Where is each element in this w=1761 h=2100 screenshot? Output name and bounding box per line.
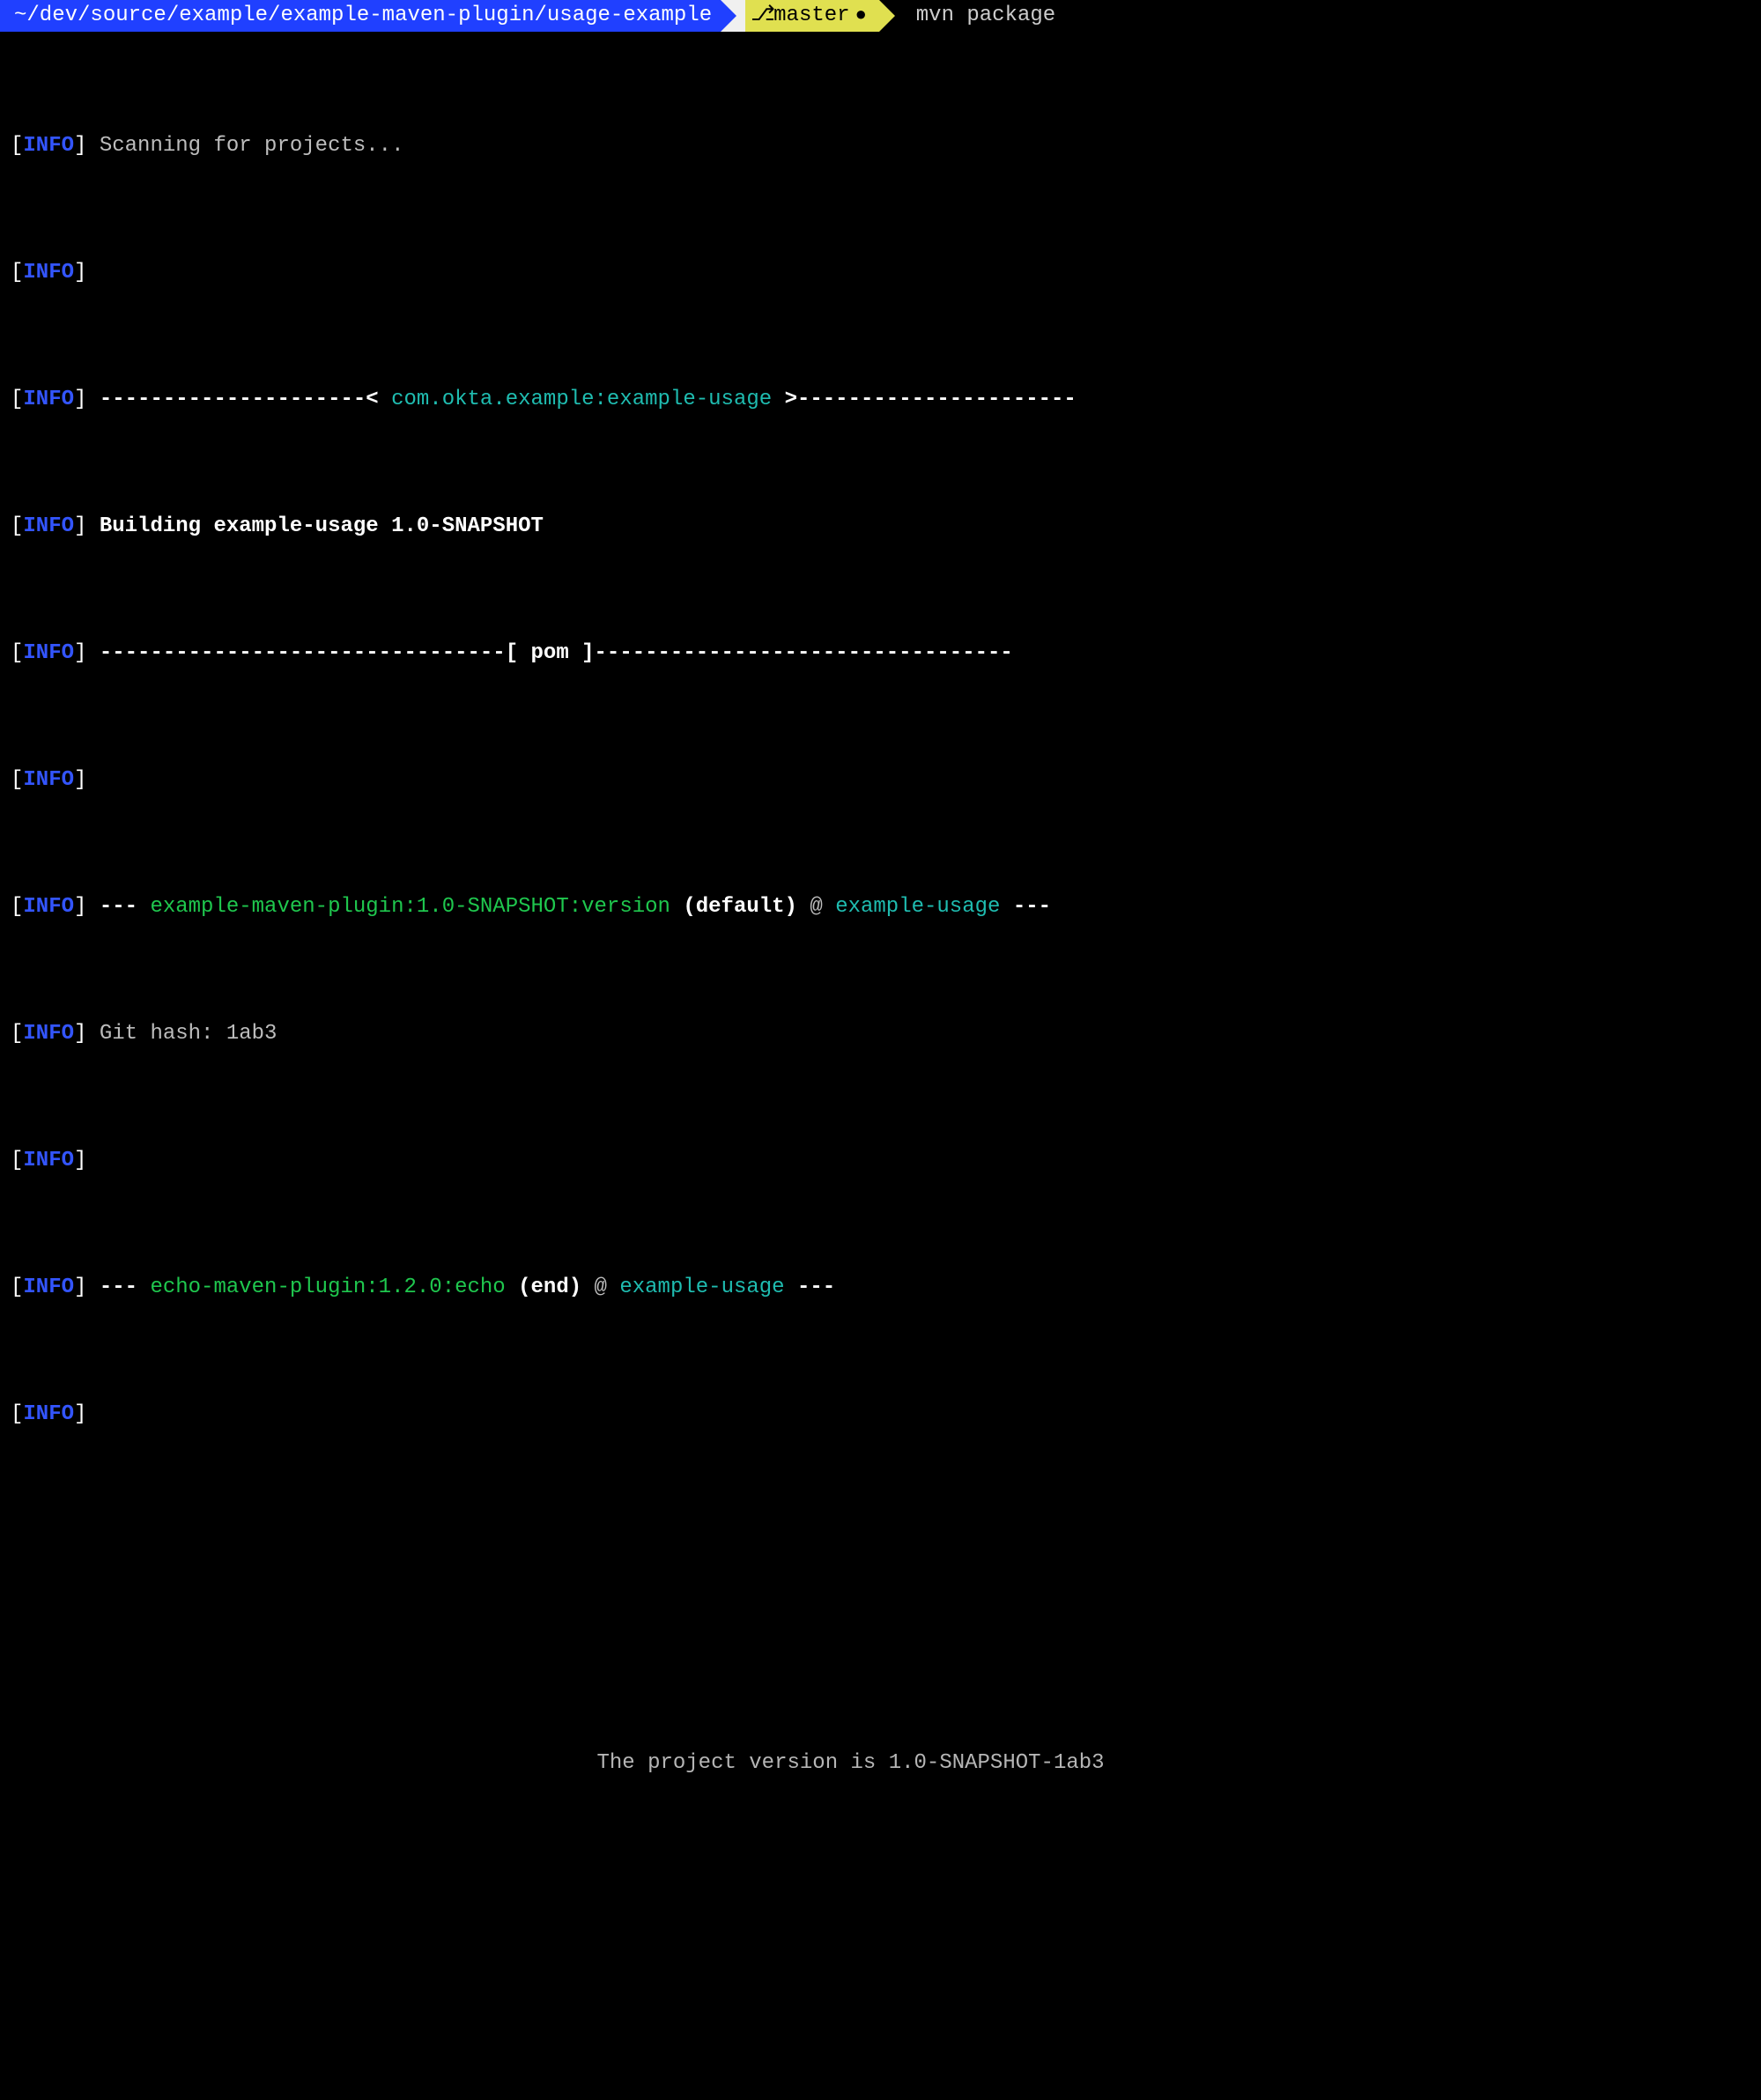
output-line: [INFO]	[11, 1399, 1761, 1431]
dirty-indicator-icon: ●	[855, 6, 867, 26]
shell-prompt: ~/dev/source/example/example-maven-plugi…	[0, 0, 1761, 32]
prompt-separator-1	[721, 0, 745, 32]
prompt-path: ~/dev/source/example/example-maven-plugi…	[0, 0, 721, 32]
output-line-blank	[11, 1970, 1761, 2001]
terminal-window[interactable]: ~/dev/source/example/example-maven-plugi…	[0, 0, 1761, 1050]
prompt-branch: ⎇ master ●	[745, 0, 879, 32]
command-text: mvn package	[895, 0, 1055, 32]
branch-name: master	[773, 0, 849, 32]
output-line: [INFO] Building example-usage 1.0-SNAPSH…	[11, 511, 1761, 543]
output-line-blank	[11, 1526, 1761, 1557]
output-line: [INFO] ---------------------------------…	[11, 2096, 1761, 2100]
output-line: [INFO]	[11, 1145, 1761, 1177]
output-line: [INFO]	[11, 257, 1761, 289]
prompt-separator-2	[879, 0, 895, 32]
output-line: [INFO] Scanning for projects...	[11, 130, 1761, 162]
output-line: [INFO]	[11, 765, 1761, 796]
output-line: [INFO] --- example-maven-plugin:1.0-SNAP…	[11, 891, 1761, 923]
output-line: [INFO] Git hash: 1ab3	[11, 1018, 1761, 1050]
output-line: [INFO] --------------------------------[…	[11, 638, 1761, 669]
output-line-blank	[11, 1621, 1761, 1653]
output-line-blank	[11, 1874, 1761, 1906]
terminal-output: [INFO] Scanning for projects... [INFO] […	[0, 32, 1761, 2100]
output-line: [INFO] ---------------------< com.okta.e…	[11, 384, 1761, 416]
echo-output: The project version is 1.0-SNAPSHOT-1ab3	[11, 1748, 1761, 1779]
output-line: [INFO] --- echo-maven-plugin:1.2.0:echo …	[11, 1272, 1761, 1304]
git-branch-icon: ⎇	[751, 0, 768, 32]
